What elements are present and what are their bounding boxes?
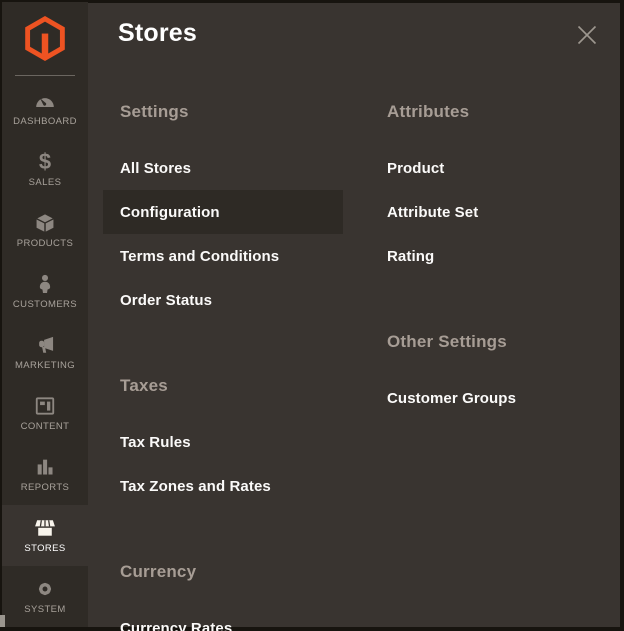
dollar-icon: $ (34, 151, 56, 173)
magento-logo-icon (25, 16, 65, 61)
flyout-column-right: Attributes Product Attribute Set Rating … (370, 102, 610, 474)
magento-logo[interactable] (2, 2, 88, 75)
section-settings: Settings All Stores Configuration Terms … (103, 102, 343, 322)
section-title: Attributes (370, 102, 610, 122)
menu-item-tax-zones-and-rates[interactable]: Tax Zones and Rates (103, 464, 343, 508)
section-title: Taxes (103, 376, 343, 396)
storefront-icon (34, 517, 56, 539)
section-title: Settings (103, 102, 343, 122)
sidebar-item-customers[interactable]: CUSTOMERS (2, 261, 88, 322)
flyout-title: Stores (118, 19, 197, 48)
sidebar-item-dashboard[interactable]: DASHBOARD (2, 78, 88, 139)
sidebar-item-products[interactable]: PRODUCTS (2, 200, 88, 261)
menu-item-rating[interactable]: Rating (370, 234, 610, 278)
menu-item-attribute-set[interactable]: Attribute Set (370, 190, 610, 234)
close-button[interactable] (574, 22, 600, 48)
sidebar-item-label: SALES (29, 177, 62, 188)
sidebar-item-sales[interactable]: $ SALES (2, 139, 88, 200)
menu-item-currency-rates[interactable]: Currency Rates (103, 606, 343, 631)
menu-list: Customer Groups (370, 376, 610, 420)
sidebar-item-label: CONTENT (21, 421, 70, 432)
menu-item-customer-groups[interactable]: Customer Groups (370, 376, 610, 420)
menu-item-terms-and-conditions[interactable]: Terms and Conditions (103, 234, 343, 278)
sidebar-item-label: REPORTS (21, 482, 70, 493)
menu-item-tax-rules[interactable]: Tax Rules (103, 420, 343, 464)
sidebar-item-label: DASHBOARD (13, 116, 77, 127)
menu-list: Currency Rates (103, 606, 343, 631)
menu-item-product[interactable]: Product (370, 146, 610, 190)
scrollbar-thumb[interactable] (0, 615, 5, 627)
sidebar-item-label: SYSTEM (24, 604, 65, 615)
menu-list: All Stores Configuration Terms and Condi… (103, 146, 343, 322)
menu-list: Tax Rules Tax Zones and Rates (103, 420, 343, 508)
sidebar-item-reports[interactable]: REPORTS (2, 444, 88, 505)
menu-item-all-stores[interactable]: All Stores (103, 146, 343, 190)
section-taxes: Taxes Tax Rules Tax Zones and Rates (103, 376, 343, 508)
sidebar-nav: DASHBOARD $ SALES PRODUCTS (2, 76, 88, 627)
sidebar-item-label: STORES (24, 543, 65, 554)
sidebar-item-marketing[interactable]: MARKETING (2, 322, 88, 383)
megaphone-icon (34, 334, 56, 356)
menu-item-configuration[interactable]: Configuration (103, 190, 343, 234)
gear-icon (34, 578, 56, 600)
section-currency: Currency Currency Rates (103, 562, 343, 631)
sidebar-item-label: CUSTOMERS (13, 299, 77, 310)
sidebar-item-content[interactable]: CONTENT (2, 383, 88, 444)
section-attributes: Attributes Product Attribute Set Rating (370, 102, 610, 278)
menu-list: Product Attribute Set Rating (370, 146, 610, 278)
sidebar-item-system[interactable]: SYSTEM (2, 566, 88, 627)
magento-admin-screen: DASHBOARD $ SALES PRODUCTS (0, 0, 624, 631)
gauge-icon (34, 90, 56, 112)
sidebar-item-label: MARKETING (15, 360, 75, 371)
section-title: Other Settings (370, 332, 610, 352)
sidebar-item-label: PRODUCTS (17, 238, 74, 249)
admin-sidebar: DASHBOARD $ SALES PRODUCTS (2, 2, 88, 627)
person-icon (34, 273, 56, 295)
bar-chart-icon (34, 456, 56, 478)
section-title: Currency (103, 562, 343, 582)
layout-icon (34, 395, 56, 417)
menu-item-order-status[interactable]: Order Status (103, 278, 343, 322)
close-icon (574, 22, 600, 48)
stores-flyout-menu: Stores Settings All Stores Configuration… (88, 3, 620, 627)
box-icon (34, 212, 56, 234)
flyout-column-left: Settings All Stores Configuration Terms … (103, 102, 343, 631)
section-other-settings: Other Settings Customer Groups (370, 332, 610, 420)
sidebar-item-stores[interactable]: STORES (2, 505, 88, 566)
